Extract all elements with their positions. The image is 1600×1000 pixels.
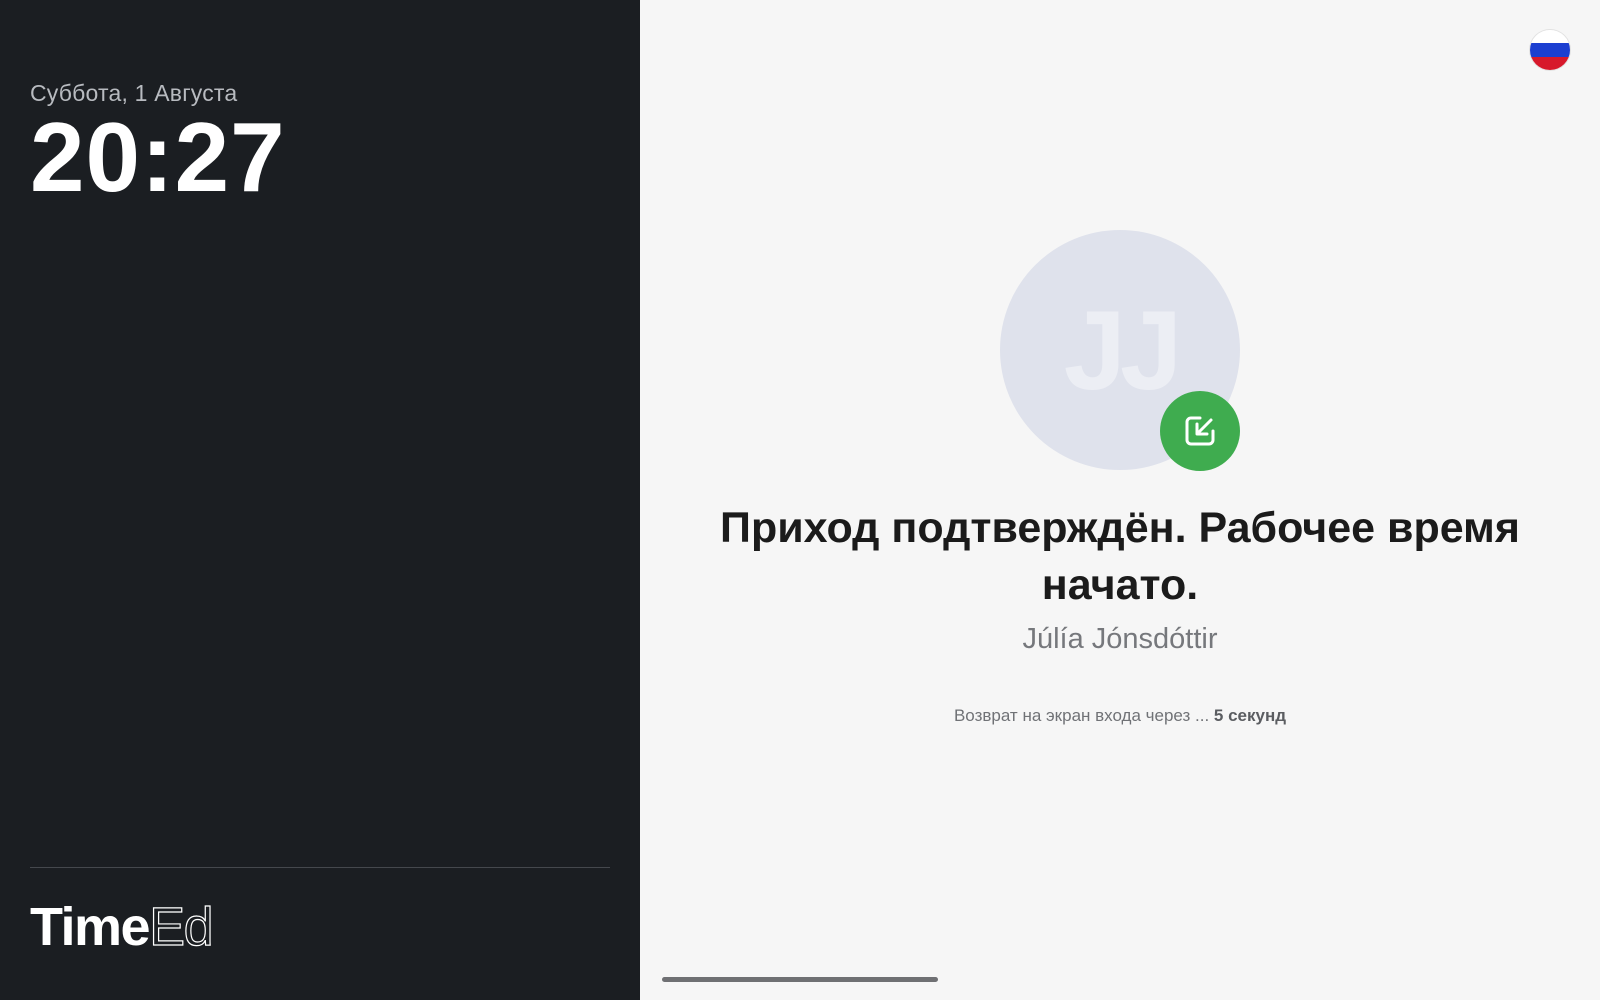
clock: 20:27 (30, 102, 286, 212)
flag-stripe-white (1530, 30, 1570, 44)
countdown-prefix: Возврат на экран входа через ... (953, 706, 1214, 725)
russia-flag-icon[interactable] (1530, 30, 1570, 70)
check-in-arrow-icon (1185, 416, 1215, 446)
check-in-badge (1160, 391, 1240, 471)
home-indicator[interactable] (662, 977, 938, 982)
logo-text-time: Time (30, 897, 151, 957)
countdown-value: 5 секунд (1213, 706, 1287, 725)
timeed-logo: TimeEd (30, 897, 214, 957)
countdown-text: Возврат на экран входа через ... 5 секун… (680, 706, 1560, 726)
user-name: Júlía Jónsdóttir (1022, 623, 1218, 655)
left-panel: Суббота, 1 Августа 20:27 TimeEd (0, 0, 640, 1000)
avatar-initials: JJ (1063, 287, 1183, 413)
right-panel: JJ Приход подтверждён. Рабочее время нач… (640, 0, 1600, 1000)
divider (30, 867, 610, 868)
flag-stripe-red (1530, 56, 1570, 70)
flag-stripe-blue (1530, 43, 1570, 57)
user-avatar-wrap: JJ (1000, 230, 1240, 471)
logo-text-ed: Ed (148, 897, 214, 957)
status-title: Приход подтверждён. Рабочее время начато… (720, 504, 1520, 609)
